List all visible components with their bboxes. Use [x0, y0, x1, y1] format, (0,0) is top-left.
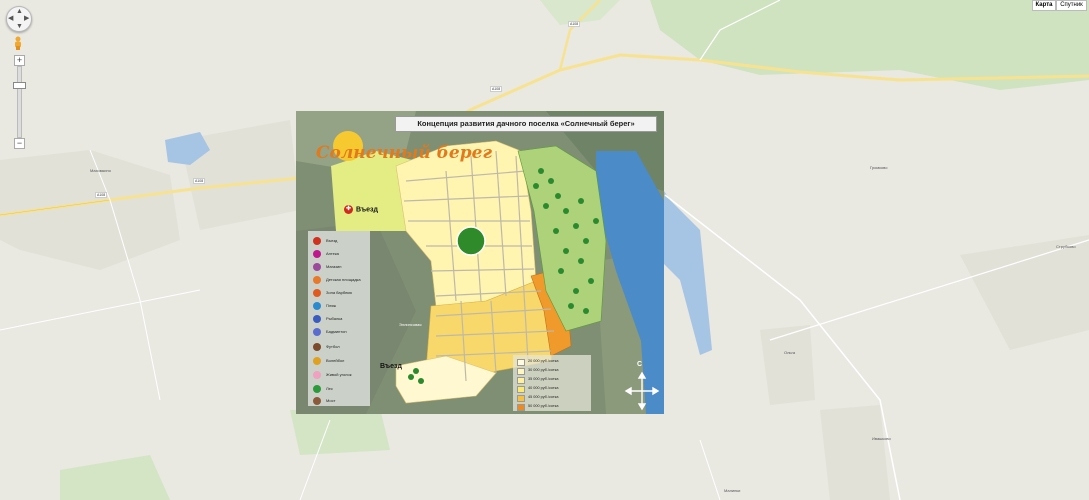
- forest-icon: [313, 385, 321, 393]
- entry-label-top: ✚ Въезд: [344, 205, 378, 214]
- settlement-plan-overlay: Солнечный берег Концепция развития дачно…: [296, 111, 664, 414]
- badminton-icon: [313, 328, 321, 336]
- map-type-satellite-button[interactable]: Спутник: [1056, 0, 1087, 11]
- bridge-icon: [313, 397, 321, 405]
- petting-zoo-icon: [313, 371, 321, 379]
- pan-down-icon[interactable]: ▼: [16, 23, 23, 30]
- town-label: Струбково: [1056, 244, 1076, 249]
- road-label: А108: [95, 192, 108, 198]
- road-label: А108: [193, 178, 206, 184]
- pharmacy-icon: [313, 250, 321, 258]
- pan-right-icon[interactable]: ▶: [24, 15, 29, 22]
- entry-icon: ✚: [344, 205, 353, 214]
- fishing-icon: [313, 315, 321, 323]
- map-type-map-button[interactable]: Карта: [1032, 0, 1056, 11]
- town-label: Махомкино: [90, 168, 111, 173]
- plan-title: Концепция развития дачного поселка «Солн…: [395, 116, 657, 132]
- entry-icon: [313, 237, 321, 245]
- pan-up-icon[interactable]: ▲: [16, 8, 23, 15]
- entry-label-bottom: Въезд: [380, 363, 402, 370]
- playground-icon: [313, 276, 321, 284]
- logo: Солнечный берег: [316, 143, 493, 163]
- pan-control[interactable]: ▲ ▼ ◀ ▶: [6, 6, 32, 32]
- street-label: Эллипсовая: [399, 322, 422, 327]
- football-icon: [313, 343, 321, 351]
- zoom-slider-track[interactable]: [17, 66, 22, 138]
- zoom-out-button[interactable]: −: [14, 138, 25, 149]
- shop-icon: [313, 263, 321, 271]
- road-label: А108: [568, 21, 581, 27]
- price-legend: 20 000 руб./сотка 30 000 руб./сотка 35 0…: [513, 355, 591, 411]
- forest-area: [290, 408, 390, 455]
- town-label: Малинки: [724, 488, 741, 493]
- central-park-circle: [456, 226, 486, 256]
- road-label: А108: [490, 86, 503, 92]
- beach-icon: [313, 302, 321, 310]
- volleyball-icon: [313, 357, 321, 365]
- amenities-legend: Въезд Аптека Магазин Детская площадка Зо…: [308, 231, 370, 406]
- street-view-pegman-icon[interactable]: [12, 36, 24, 50]
- town-label: Ольга: [784, 350, 796, 355]
- pan-left-icon[interactable]: ◀: [8, 15, 13, 22]
- town-label: Ивашково: [872, 436, 891, 441]
- zoom-in-button[interactable]: +: [14, 55, 25, 66]
- field-area: [820, 405, 890, 500]
- compass-north-label: С: [637, 361, 643, 368]
- town-label: Громково: [870, 165, 888, 170]
- zoom-slider-thumb[interactable]: [13, 82, 26, 89]
- barbecue-icon: [313, 289, 321, 297]
